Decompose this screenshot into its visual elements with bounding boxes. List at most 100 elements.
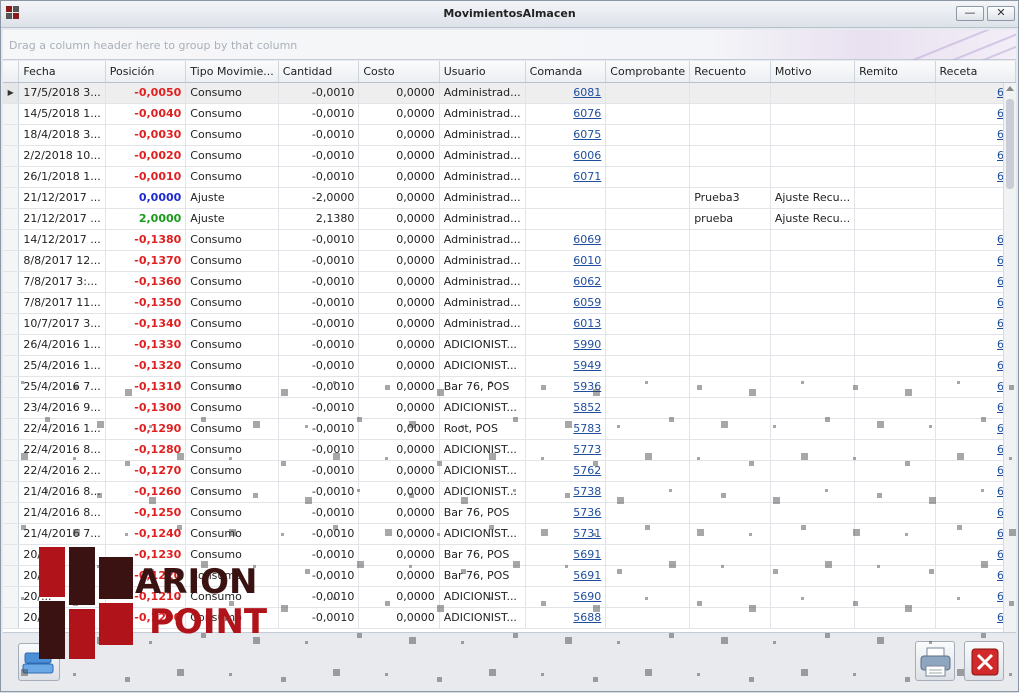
cell-comanda[interactable]: 6010 [525, 250, 607, 272]
row-indicator[interactable] [3, 439, 20, 461]
table-row[interactable]: 21/12/2017 ... 0,0000 Ajuste -2,0000 0,0000 A… [3, 187, 1016, 209]
column-header[interactable]: Comprobante [605, 61, 691, 83]
row-indicator[interactable] [3, 376, 20, 398]
table-row[interactable]: 20/... -0,1210 Consumo -0,0010 0,0000 ADICION… [3, 586, 1016, 608]
print-button[interactable] [915, 641, 955, 681]
cell-comanda[interactable]: 5852 [525, 397, 607, 419]
row-indicator[interactable] [3, 229, 20, 251]
row-indicator[interactable] [3, 187, 20, 209]
row-indicator[interactable] [3, 502, 20, 524]
table-row[interactable]: 25/4/2016 7... -0,1310 Consumo -0,0010 0,000… [3, 376, 1016, 398]
row-indicator[interactable] [3, 292, 20, 314]
table-row[interactable]: 21/12/2017 ... 2,0000 Ajuste 2,1380 0,0000 Ad… [3, 208, 1016, 230]
table-row[interactable]: 2/2/2018 10... -0,0020 Consumo -0,0010 0,000… [3, 145, 1016, 167]
column-header[interactable]: Comanda [525, 61, 607, 83]
cell-comanda[interactable]: 6006 [525, 145, 607, 167]
row-indicator[interactable] [3, 523, 20, 545]
table-row[interactable]: 10/7/2017 3... -0,1340 Consumo -0,0010 0,000… [3, 313, 1016, 335]
scrollbar-thumb[interactable] [1006, 99, 1014, 189]
column-header[interactable]: Motivo [770, 61, 856, 83]
row-indicator[interactable]: ▶ [3, 82, 20, 104]
column-header[interactable]: Recuento [689, 61, 771, 83]
table-row[interactable]: 21/4/2016 8... -0,1260 Consumo -0,0010 0,000… [3, 481, 1016, 503]
layout-button[interactable] [18, 643, 60, 681]
cell-comanda[interactable]: 5990 [525, 334, 607, 356]
table-row[interactable]: 7/8/2017 3:... -0,1360 Consumo -0,0010 0,000… [3, 271, 1016, 293]
row-indicator[interactable] [3, 334, 20, 356]
table-row[interactable]: 25/4/2016 1... -0,1320 Consumo -0,0010 0,000… [3, 355, 1016, 377]
table-row[interactable]: 22/4/2016 8... -0,1280 Consumo -0,0010 0,000… [3, 439, 1016, 461]
table-row[interactable]: 26/1/2018 1... -0,0010 Consumo -0,0010 0,000… [3, 166, 1016, 188]
row-indicator[interactable] [3, 418, 20, 440]
table-row[interactable]: 8/8/2017 12... -0,1370 Consumo -0,0010 0,000… [3, 250, 1016, 272]
cell-comanda[interactable]: 5949 [525, 355, 607, 377]
column-header[interactable]: Posición [105, 61, 187, 83]
row-indicator[interactable] [3, 103, 20, 125]
row-indicator[interactable] [3, 607, 20, 629]
cell-comanda[interactable]: 5738 [525, 481, 607, 503]
table-row[interactable]: 26/4/2016 1... -0,1330 Consumo -0,0010 0,000… [3, 334, 1016, 356]
row-indicator[interactable] [3, 313, 20, 335]
table-row[interactable]: 20/... -0,1220 Consumo -0,0010 0,0000 Bar 76,… [3, 565, 1016, 587]
cell-comanda[interactable]: 5762 [525, 460, 607, 482]
close-button[interactable] [964, 641, 1004, 681]
cell-comanda[interactable]: 5691 [525, 544, 607, 566]
cell-comanda[interactable]: 6076 [525, 103, 607, 125]
column-header[interactable]: Costo [358, 61, 440, 83]
column-header[interactable]: Tipo Movimie... [185, 61, 279, 83]
cell-comanda[interactable]: 5736 [525, 502, 607, 524]
vertical-scrollbar[interactable] [1003, 83, 1016, 632]
column-header[interactable]: Cantidad [278, 61, 360, 83]
table-row[interactable]: ▶ 17/5/2018 3... -0,0050 Consumo -0,0010 0,00… [3, 82, 1016, 104]
cell-comanda[interactable]: 6081 [525, 82, 607, 104]
row-indicator[interactable] [3, 460, 20, 482]
row-indicator[interactable] [3, 565, 20, 587]
scroll-up-arrow-icon[interactable] [1006, 86, 1014, 91]
row-indicator[interactable] [3, 208, 20, 230]
cell-comanda[interactable]: 5691 [525, 565, 607, 587]
movements-grid[interactable]: Fecha Posición Tipo Movimie... Cantidad Cost… [3, 61, 1016, 633]
table-row[interactable]: 20/... -0,1230 Consumo -0,0010 0,0000 Bar 76,… [3, 544, 1016, 566]
table-row[interactable]: 18/4/2018 3... -0,0030 Consumo -0,0010 0,000… [3, 124, 1016, 146]
minimize-button[interactable]: — [956, 6, 984, 21]
group-by-panel[interactable]: Drag a column header here to group by th… [3, 30, 1016, 60]
title-bar[interactable]: MovimientosAlmacen — ✕ [1, 1, 1018, 28]
table-row[interactable]: 21/4/2016 8... -0,1250 Consumo -0,0010 0,000… [3, 502, 1016, 524]
row-indicator[interactable] [3, 397, 20, 419]
table-row[interactable]: 14/12/2017 ... -0,1380 Consumo -0,0010 0,000… [3, 229, 1016, 251]
cell-comanda[interactable]: 5688 [525, 607, 607, 629]
row-indicator[interactable] [3, 124, 20, 146]
close-window-button[interactable]: ✕ [987, 6, 1015, 21]
table-row[interactable]: 22/4/2016 1... -0,1290 Consumo -0,0010 0,000… [3, 418, 1016, 440]
cell-comanda[interactable]: 5731 [525, 523, 607, 545]
table-row[interactable]: 22/4/2016 2... -0,1270 Consumo -0,0010 0,000… [3, 460, 1016, 482]
cell-comanda[interactable]: 5783 [525, 418, 607, 440]
cell-comanda[interactable]: 6013 [525, 313, 607, 335]
column-header[interactable]: Receta [935, 61, 1016, 83]
row-indicator[interactable] [3, 481, 20, 503]
row-indicator[interactable] [3, 544, 20, 566]
row-indicator[interactable] [3, 355, 20, 377]
column-header[interactable]: Remito [854, 61, 936, 83]
row-indicator[interactable] [3, 271, 20, 293]
cell-remito [854, 565, 936, 587]
table-row[interactable]: 23/4/2016 9... -0,1300 Consumo -0,0010 0,000… [3, 397, 1016, 419]
column-header[interactable]: Usuario [439, 61, 526, 83]
row-indicator[interactable] [3, 586, 20, 608]
cell-comanda[interactable]: 6062 [525, 271, 607, 293]
cell-comanda[interactable]: 6071 [525, 166, 607, 188]
column-header[interactable]: Fecha [18, 61, 106, 83]
table-row[interactable]: 7/8/2017 11... -0,1350 Consumo -0,0010 0,000… [3, 292, 1016, 314]
cell-comanda[interactable]: 5773 [525, 439, 607, 461]
table-row[interactable]: 21/4/2016 7... -0,1240 Consumo -0,0010 0,000… [3, 523, 1016, 545]
cell-comanda[interactable]: 6075 [525, 124, 607, 146]
table-row[interactable]: 20/... -0,1200 Consumo -0,0010 0,0000 ADICION… [3, 607, 1016, 629]
cell-comanda[interactable]: 6059 [525, 292, 607, 314]
table-row[interactable]: 14/5/2018 1... -0,0040 Consumo -0,0010 0,000… [3, 103, 1016, 125]
cell-comanda[interactable]: 5690 [525, 586, 607, 608]
cell-comanda[interactable]: 5936 [525, 376, 607, 398]
cell-comanda[interactable]: 6069 [525, 229, 607, 251]
row-indicator[interactable] [3, 250, 20, 272]
row-indicator[interactable] [3, 166, 20, 188]
row-indicator[interactable] [3, 145, 20, 167]
